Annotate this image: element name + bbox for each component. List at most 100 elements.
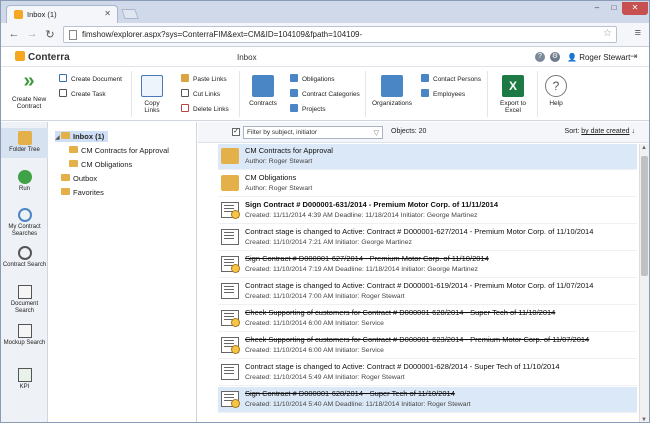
contracts-label: Contracts [249,100,277,107]
list-item-title: Sign Contract # D000001-627/2014 - Premi… [245,254,489,263]
minimize-icon[interactable]: – [589,2,605,15]
mockup-search-nav[interactable]: Mockup Search [1,324,48,347]
list-item[interactable]: Contract stage is changed to Active: Con… [218,225,637,251]
close-tab-icon[interactable]: ✕ [104,9,111,18]
list-item[interactable]: Sign Contract # D000001-627/2014 - Premi… [218,252,637,278]
tab-bar: Inbox (1) ✕ – □ ✕ [1,1,649,23]
url-text: fimshow/explorer.aspx?sys=ConterraFIM&ex… [82,30,363,39]
create-new-contract-button[interactable]: » Create New Contract [9,71,49,110]
list-item-meta: Created: 11/10/2014 5:40 AM Deadline: 11… [245,401,471,408]
ribbon-toolbar: » Create New Contract Create Document Cr… [1,67,649,121]
employees-icon [421,89,429,97]
list-item-meta: Created: 11/10/2014 6:00 AM Initiator: S… [245,347,384,354]
reload-icon[interactable]: ↻ [43,28,57,41]
sign-out-icon[interactable]: ⇥ [630,51,638,62]
delete-links-button[interactable]: Delete Links [181,104,229,113]
create-new-contract-label: Create New Contract [11,96,47,110]
inbox-folder-icon [61,132,70,139]
list-item[interactable]: Sign Contract # D000001-631/2014 - Premi… [218,198,637,224]
tree-node-outbox[interactable]: Outbox [61,173,97,184]
copy-links-button[interactable]: Copy Links [137,75,167,114]
tree-node-cm-contracts[interactable]: CM Contracts for Approval [69,145,169,156]
new-tab-button[interactable] [121,9,139,19]
folder-icon [69,146,78,153]
run-nav[interactable]: Run [1,170,48,193]
list-item[interactable]: Contract stage is changed to Active: Con… [218,279,637,305]
list-item[interactable]: CM Contracts for Approval Author: Roger … [218,144,637,170]
folder-icon [221,148,239,164]
tree-node-cm-obligations[interactable]: CM Obligations [69,159,132,170]
tree-node-favorites[interactable]: Favorites [61,187,104,198]
create-document-button[interactable]: Create Document [59,74,122,83]
list-item[interactable]: Check Supporting of customers for Contra… [218,306,637,332]
obligations-button[interactable]: Obligations [290,74,335,83]
user-name-text: Roger Stewart [579,53,631,62]
tree-node-cm-obligations-label: CM Obligations [81,160,133,169]
list-item-meta: Created: 11/11/2014 4:39 AM Deadline: 11… [245,212,478,219]
page-title: Inbox [237,53,257,62]
kpi-chart-icon [17,368,32,382]
copy-links-label: Copy Links [144,100,160,114]
employees-button[interactable]: Employees [421,89,465,98]
sort-value[interactable]: by date created [581,128,629,135]
select-all-checkbox[interactable]: ✓ [232,128,240,136]
paste-links-label: Paste Links [193,76,227,83]
folder-tree-nav[interactable]: Folder Tree [1,128,48,158]
ribbon-separator [365,71,366,117]
export-to-excel-button[interactable]: X Export to Excel [495,75,531,114]
my-contract-searches-nav[interactable]: My Contract Searches [1,208,48,238]
document-search-nav[interactable]: Document Search [1,285,48,315]
tree-node-inbox[interactable]: ◢ Inbox (1) [55,131,109,142]
bookmark-star-icon[interactable]: ☆ [603,28,612,39]
scroll-up-icon[interactable]: ▲ [641,145,647,151]
cut-links-button[interactable]: Cut Links [181,89,220,98]
maximize-icon[interactable]: □ [606,2,622,15]
contract-categories-button[interactable]: Contract Categories [290,89,360,98]
contracts-button[interactable]: Contracts [245,75,281,107]
projects-button[interactable]: Projects [290,104,325,113]
list-item-meta: Created: 11/10/2014 7:21 AM Initiator: G… [245,239,412,246]
contract-categories-label: Contract Categories [302,91,360,98]
contract-search-nav[interactable]: Contract Search [1,246,48,269]
browser-tab[interactable]: Inbox (1) ✕ [6,5,118,23]
paste-icon [181,74,189,82]
outbox-folder-icon [61,174,70,181]
document-icon [59,74,67,82]
ribbon-separator [239,71,240,117]
task-clock-icon [221,337,240,354]
url-input[interactable]: fimshow/explorer.aspx?sys=ConterraFIM&ex… [63,26,617,43]
close-window-icon[interactable]: ✕ [622,2,648,15]
logo-icon [15,51,25,61]
help-button[interactable]: ? Help [541,75,571,107]
list-item-title: Check Supporting of customers for Contra… [245,335,590,344]
list-scrollbar[interactable]: ▲ ▼ [639,144,649,422]
obligations-icon [290,74,298,82]
excel-icon: X [502,75,524,97]
scrollbar-thumb[interactable] [641,156,648,276]
contact-persons-button[interactable]: Contact Persons [421,74,481,83]
list-item-meta: Author: Roger Stewart [245,185,313,192]
list-item-title: Contract stage is changed to Active: Con… [245,227,594,236]
filter-funnel-icon[interactable]: ▽ [374,129,379,137]
kpi-nav[interactable]: KPI [1,368,48,391]
filter-input[interactable]: Filter by subject, initiator ▽ [243,126,383,139]
organizations-icon [381,75,403,97]
list-item[interactable]: Sign Contract # D000001-628/2014 - Super… [218,387,637,413]
sort-control[interactable]: Sort: by date created ↓ [565,128,635,135]
create-task-button[interactable]: Create Task [59,89,106,98]
help-icon[interactable]: ? [535,52,545,62]
contracts-icon [252,75,274,97]
list-item-title: Check Supporting of customers for Contra… [245,308,556,317]
gear-icon[interactable]: ⚙ [550,52,560,62]
forward-icon[interactable]: → [25,28,39,40]
list-item[interactable]: Check Supporting of customers for Contra… [218,333,637,359]
list-item[interactable]: Contract stage is changed to Active: Con… [218,360,637,386]
user-name[interactable]: 👤 Roger Stewart [567,53,630,62]
scroll-down-icon[interactable]: ▼ [641,417,647,422]
list-item[interactable]: CM Obligations Author: Roger Stewart [218,171,637,197]
organizations-button[interactable]: Organizations [370,75,414,107]
paste-links-button[interactable]: Paste Links [181,74,227,83]
tree-node-favorites-label: Favorites [73,188,104,197]
back-icon[interactable]: ← [7,28,21,40]
chrome-menu-icon[interactable]: ≡ [635,27,641,39]
